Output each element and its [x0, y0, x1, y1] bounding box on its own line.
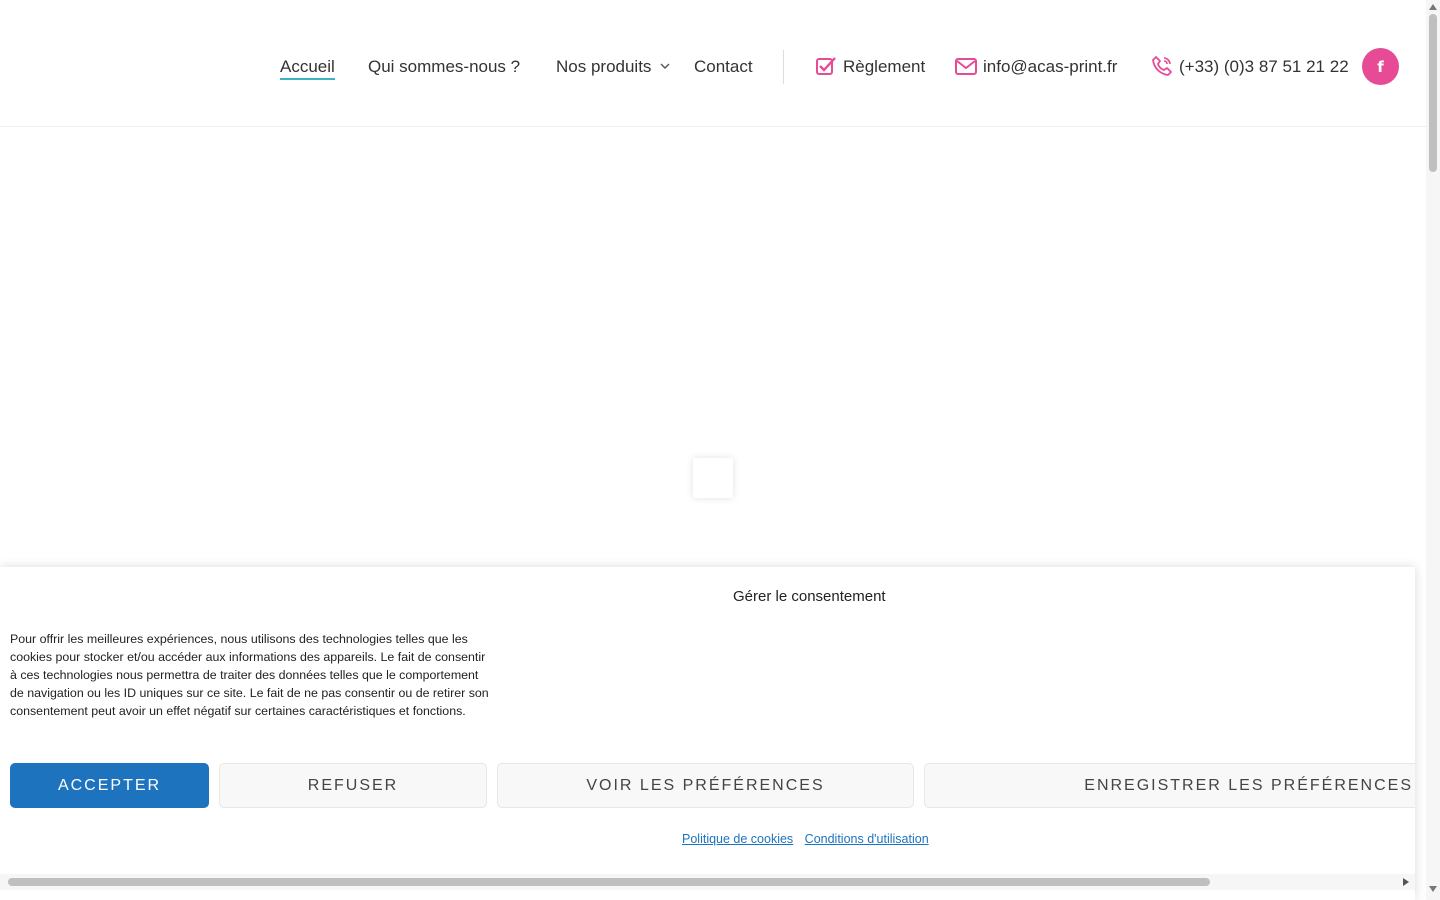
envelope-icon [955, 58, 977, 75]
horizontal-scrollbar[interactable] [0, 874, 1415, 890]
cookie-banner-text: Pour offrir les meilleures expériences, … [10, 632, 489, 718]
cookie-banner-title: Gérer le consentement [733, 588, 886, 605]
view-preferences-button[interactable]: VOIR LES PRÉFÉRENCES [497, 763, 914, 808]
terms-link[interactable]: Conditions d'utilisation [805, 832, 929, 846]
vertical-scrollbar[interactable] [1426, 0, 1440, 900]
vertical-scrollbar-thumb[interactable] [1429, 14, 1437, 172]
scroll-up-arrow-icon[interactable] [1429, 4, 1437, 10]
email-link[interactable]: info@acas-print.fr [983, 57, 1117, 77]
nav-nos-produits[interactable]: Nos produits [556, 57, 651, 77]
reglement-link[interactable]: Règlement [843, 57, 925, 77]
scroll-right-arrow-icon[interactable] [1403, 878, 1409, 886]
scroll-down-arrow-icon[interactable] [1429, 886, 1437, 892]
facebook-button[interactable]: f [1362, 48, 1399, 85]
nav-divider [783, 50, 784, 84]
cookie-policy-link[interactable]: Politique de cookies [682, 832, 793, 846]
horizontal-scrollbar-thumb[interactable] [8, 878, 1210, 886]
nav-qui-sommes-nous[interactable]: Qui sommes-nous ? [368, 57, 520, 77]
facebook-icon: f [1377, 57, 1384, 76]
page-loader [693, 458, 733, 498]
cookie-banner-links: Politique de cookies Conditions d'utilis… [682, 832, 937, 846]
phone-icon [1152, 56, 1172, 76]
accept-button[interactable]: ACCEPTER [10, 763, 209, 808]
refuse-button[interactable]: REFUSER [219, 763, 487, 808]
nav-contact[interactable]: Contact [694, 57, 753, 77]
site-header: Accueil Qui sommes-nous ? Nos produits C… [0, 0, 1426, 127]
phone-link[interactable]: (+33) (0)3 87 51 21 22 [1179, 57, 1349, 77]
chevron-down-icon[interactable] [660, 62, 670, 70]
save-preferences-button[interactable]: ENREGISTRER LES PRÉFÉRENCES [924, 763, 1415, 808]
cookie-consent-banner: Gérer le consentement Pour offrir les me… [0, 567, 1415, 900]
nav-accueil[interactable]: Accueil [280, 57, 335, 80]
checkbox-icon [816, 57, 836, 75]
